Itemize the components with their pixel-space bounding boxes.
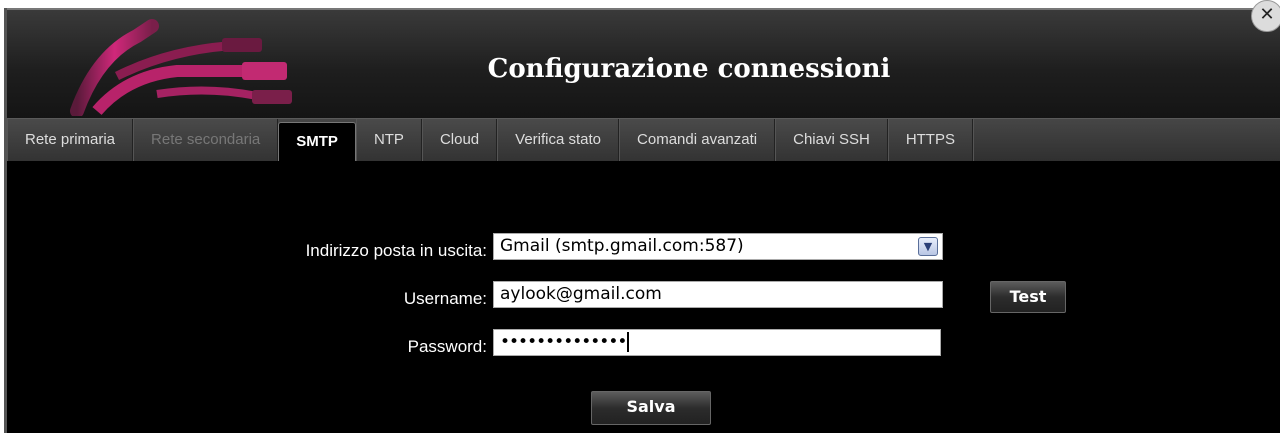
tab-bar-spacer bbox=[972, 119, 1280, 161]
tab-https[interactable]: HTTPS bbox=[887, 119, 973, 161]
username-field[interactable]: aylook@gmail.com bbox=[493, 281, 943, 308]
close-icon[interactable]: ✕ bbox=[1251, 0, 1280, 32]
tab-ntp[interactable]: NTP bbox=[355, 119, 422, 161]
save-button[interactable]: Salva bbox=[591, 391, 711, 425]
smtp-panel: Indirizzo posta in uscita: Gmail (smtp.g… bbox=[7, 161, 1280, 433]
chevron-down-icon[interactable]: ▼ bbox=[918, 237, 938, 256]
tab-bar: Rete primaria Rete secondaria SMTP NTP C… bbox=[7, 118, 1280, 163]
tab-rete-secondaria: Rete secondaria bbox=[133, 119, 279, 161]
tab-chiavi-ssh[interactable]: Chiavi SSH bbox=[775, 119, 888, 161]
username-label: Username: bbox=[403, 289, 487, 308]
tab-comandi-avanzati[interactable]: Comandi avanzati bbox=[619, 119, 776, 161]
password-value: •••••••••••••• bbox=[500, 332, 627, 352]
dialog-window: Configurazione connessioni ✕ Rete primar… bbox=[4, 0, 1280, 433]
tab-smtp[interactable]: SMTP bbox=[278, 122, 356, 163]
text-cursor bbox=[627, 332, 630, 352]
tab-verifica-stato[interactable]: Verifica stato bbox=[497, 119, 620, 161]
tab-rete-primaria[interactable]: Rete primaria bbox=[7, 119, 134, 161]
password-field[interactable]: •••••••••••••• bbox=[493, 329, 941, 356]
server-label: Indirizzo posta in uscita: bbox=[305, 241, 487, 260]
dialog-title: Configurazione connessioni bbox=[487, 54, 891, 84]
test-button[interactable]: Test bbox=[990, 281, 1066, 313]
password-label: Password: bbox=[407, 337, 487, 356]
server-select[interactable]: Gmail (smtp.gmail.com:587) ▼ bbox=[493, 233, 943, 260]
title-bar: Configurazione connessioni ✕ bbox=[7, 0, 1280, 120]
server-select-value: Gmail (smtp.gmail.com:587) bbox=[500, 236, 744, 256]
tab-cloud[interactable]: Cloud bbox=[421, 119, 498, 161]
username-value: aylook@gmail.com bbox=[500, 284, 662, 304]
